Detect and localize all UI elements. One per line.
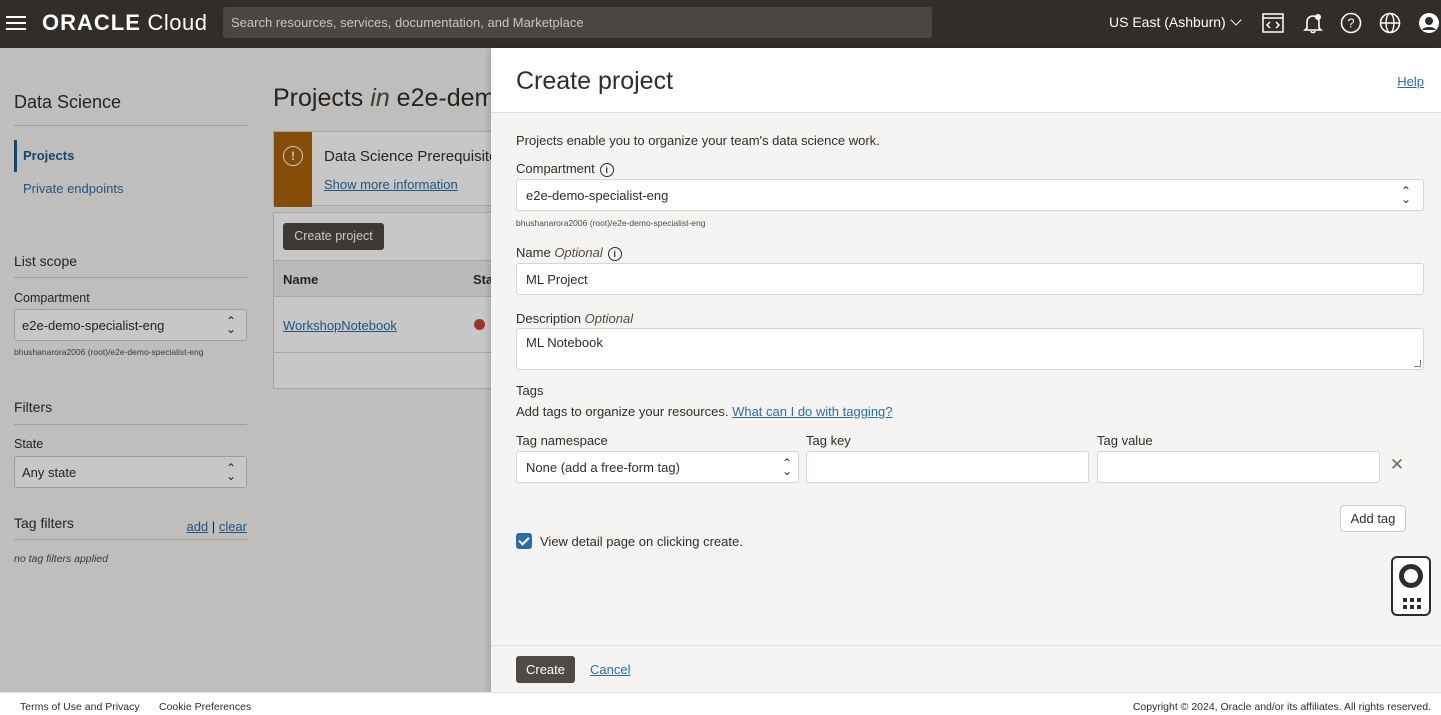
state-select[interactable]: Any state ⌃ ⌄ [14,456,247,488]
view-detail-checkbox-label: View detail page on clicking create. [540,534,743,549]
language-globe-icon[interactable] [1379,12,1401,34]
clear-tag-filter-link[interactable]: clear [219,519,247,534]
tag-key-label: Tag key [806,433,851,448]
add-tag-button[interactable]: Add tag [1340,505,1406,532]
compartment-label: Compartment i [516,161,614,177]
state-failed-indicator [474,319,485,330]
select-arrows-icon: ⌃ ⌄ [225,461,236,483]
projects-table: Create project Name State WorkshopNotebo… [273,212,505,389]
top-navigation-bar: ORACLE Cloud Search resources, services,… [0,0,1441,48]
view-detail-checkbox[interactable] [516,533,532,549]
sidebar-title: Data Science [14,92,122,112]
tag-value-label: Tag value [1097,433,1153,448]
copyright-text: Copyright © 2024, Oracle and/or its affi… [1132,701,1431,713]
notifications-bell-icon[interactable] [1302,12,1324,34]
help-question-icon[interactable]: ? [1340,12,1362,34]
compartment-select[interactable]: e2e-demo-specialist-eng ⌃ ⌄ [516,179,1424,211]
help-link[interactable]: Help [1397,74,1424,89]
tag-filters-heading: Tag filters [14,515,74,531]
divider [14,277,247,278]
add-tag-filter-link[interactable]: add [186,519,208,534]
filters-heading: Filters [14,399,53,415]
compartment-select[interactable]: e2e-demo-specialist-eng ⌃ ⌄ [14,309,247,341]
user-profile-icon[interactable] [1418,12,1440,34]
create-project-button[interactable]: Create project [283,223,384,250]
terms-link[interactable]: Terms of Use and Privacy [20,701,140,713]
sidebar-item-private-endpoints[interactable]: Private endpoints [23,181,123,196]
search-input[interactable]: Search resources, services, documentatio… [223,7,932,38]
cloud-shell-icon[interactable] [1262,12,1284,34]
create-button[interactable]: Create [516,656,575,683]
name-input[interactable]: ML Project [516,263,1424,295]
cookie-preferences-link[interactable]: Cookie Preferences [159,701,251,713]
remove-tag-close-icon[interactable]: ✕ [1389,456,1405,473]
tags-intro: Add tags to organize your resources. Wha… [516,404,893,419]
compartment-path: bhushanarora2006 (root)/e2e-demo-special… [14,347,204,357]
divider [274,352,492,353]
select-arrows-icon: ⌃ ⌄ [1400,184,1411,206]
description-textarea[interactable]: ML Notebook [516,328,1424,370]
svg-text:?: ? [1347,16,1354,31]
panel-title: Create project [516,67,674,95]
select-arrows-icon: ⌃ ⌄ [781,456,792,478]
column-header-name[interactable]: Name [283,272,318,287]
page-footer: Terms of Use and Privacy Cookie Preferen… [0,692,1441,715]
panel-intro-text: Projects enable you to organize your tea… [516,133,880,148]
panel-header: Create project Help [491,48,1441,113]
description-label: Description Optional [516,311,634,326]
sidebar-item-projects[interactable]: Projects [14,140,74,172]
prerequisites-alert: ! Data Science Prerequisites Show more i… [273,131,505,207]
divider [14,125,247,126]
panel-footer [491,645,1441,692]
tag-filter-actions: add | clear [186,519,247,534]
tags-heading: Tags [516,383,544,398]
info-icon[interactable]: i [599,163,614,177]
tag-namespace-label: Tag namespace [516,433,608,448]
hamburger-menu-icon[interactable] [4,12,28,34]
table-header: Name State [274,260,505,297]
no-tag-filters-text: no tag filters applied [14,553,108,565]
oracle-cloud-logo[interactable]: ORACLE Cloud [42,10,207,36]
divider [14,539,247,540]
alert-title: Data Science Prerequisites [324,148,505,165]
tag-value-input[interactable] [1097,451,1380,483]
select-arrows-icon: ⌃ ⌄ [225,314,236,336]
divider [14,424,247,425]
tag-namespace-select[interactable]: None (add a free-form tag) ⌃ ⌄ [516,451,799,483]
chevron-down-icon [1230,14,1242,26]
alert-stripe: ! [274,132,312,207]
show-more-information-link[interactable]: Show more information [324,177,458,192]
support-widget[interactable] [1391,556,1431,616]
info-icon[interactable]: i [607,247,622,261]
tagging-help-link[interactable]: What can I do with tagging? [732,404,892,419]
list-scope-heading: List scope [14,253,78,269]
compartment-path: bhushanarora2006 (root)/e2e-demo-special… [516,218,706,228]
separator: | [211,519,216,534]
state-label: State [14,437,44,451]
resize-handle-icon[interactable] [1414,360,1421,367]
region-selector[interactable]: US East (Ashburn) [1109,14,1242,30]
cancel-link[interactable]: Cancel [590,662,630,677]
lifebuoy-icon [1399,564,1423,588]
apps-grid-icon [1403,598,1421,609]
project-link-workshopnotebook[interactable]: WorkshopNotebook [283,318,397,333]
tag-key-input[interactable] [806,451,1089,483]
warning-icon: ! [283,146,303,166]
name-label: Name Optional i [516,245,622,261]
compartment-label: Compartment [14,291,90,305]
